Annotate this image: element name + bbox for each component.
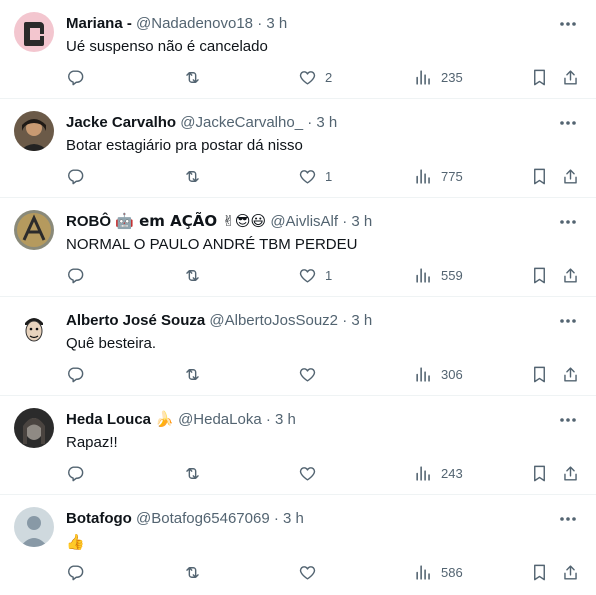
tweet[interactable]: Alberto José Souza @AlbertoJosSouz2 · 3 … — [0, 297, 596, 396]
tweet-actions: 586 — [0, 495, 596, 594]
bookmark-icon — [530, 563, 549, 582]
bookmark-icon — [530, 68, 549, 87]
views-button[interactable]: 235 — [414, 66, 463, 88]
like-count: 1 — [325, 267, 333, 283]
share-icon — [561, 68, 580, 87]
view-count: 559 — [441, 267, 463, 283]
views-button[interactable]: 243 — [414, 462, 463, 484]
reply-button[interactable] — [66, 561, 85, 583]
share-icon — [561, 563, 580, 582]
retweet-icon — [183, 365, 202, 384]
retweet-icon — [183, 167, 202, 186]
retweet-button[interactable] — [183, 264, 202, 286]
bookmark-button[interactable] — [530, 462, 549, 484]
views-icon — [414, 167, 433, 186]
bookmark-button[interactable] — [530, 66, 549, 88]
tweet[interactable]: Heda Louca 🍌 @HedaLoka · 3 h Rapaz!! 243 — [0, 396, 596, 495]
tweet[interactable]: Botafogo @Botafog65467069 · 3 h 👍 586 — [0, 495, 596, 595]
reply-button[interactable] — [66, 165, 85, 187]
share-button[interactable] — [561, 363, 580, 385]
heart-icon — [298, 464, 317, 483]
retweet-button[interactable] — [183, 462, 202, 484]
bookmark-button[interactable] — [530, 165, 549, 187]
like-count: 2 — [325, 69, 333, 85]
like-count: 1 — [325, 168, 333, 184]
share-icon — [561, 266, 580, 285]
share-button[interactable] — [561, 66, 580, 88]
bookmark-button[interactable] — [530, 561, 549, 583]
views-icon — [414, 365, 433, 384]
view-count: 243 — [441, 465, 463, 481]
views-button[interactable]: 306 — [414, 363, 463, 385]
share-button[interactable] — [561, 165, 580, 187]
view-count: 235 — [441, 69, 463, 85]
reply-icon — [66, 68, 85, 87]
heart-icon — [298, 68, 317, 87]
tweet-actions: 243 — [0, 396, 596, 495]
views-icon — [414, 563, 433, 582]
reply-icon — [66, 365, 85, 384]
like-button[interactable]: 1 — [298, 165, 332, 187]
reply-feed: Mariana - @Nadadenovo18 · 3 h Ué suspens… — [0, 0, 596, 595]
reply-icon — [66, 167, 85, 186]
heart-icon — [298, 365, 317, 384]
views-icon — [414, 464, 433, 483]
views-button[interactable]: 586 — [414, 561, 463, 583]
tweet-actions: 306 — [0, 297, 596, 396]
retweet-button[interactable] — [183, 363, 202, 385]
reply-icon — [66, 464, 85, 483]
retweet-icon — [183, 266, 202, 285]
share-icon — [561, 365, 580, 384]
tweet[interactable]: Mariana - @Nadadenovo18 · 3 h Ué suspens… — [0, 0, 596, 99]
tweet[interactable]: ROBÔ 🤖 em AÇÃO ✌😎😃 @AivlisAlf · 3 h NORM… — [0, 198, 596, 297]
like-button[interactable]: 1 — [298, 264, 332, 286]
retweet-icon — [183, 464, 202, 483]
bookmark-button[interactable] — [530, 264, 549, 286]
bookmark-icon — [530, 266, 549, 285]
bookmark-icon — [530, 464, 549, 483]
view-count: 586 — [441, 564, 463, 580]
view-count: 306 — [441, 366, 463, 382]
like-button[interactable] — [298, 462, 325, 484]
retweet-button[interactable] — [183, 66, 202, 88]
like-button[interactable] — [298, 363, 325, 385]
reply-button[interactable] — [66, 264, 85, 286]
retweet-icon — [183, 68, 202, 87]
views-icon — [414, 266, 433, 285]
reply-icon — [66, 266, 85, 285]
reply-button[interactable] — [66, 363, 85, 385]
share-button[interactable] — [561, 561, 580, 583]
share-button[interactable] — [561, 264, 580, 286]
tweet-actions: 1 775 — [0, 99, 596, 198]
like-button[interactable]: 2 — [298, 66, 332, 88]
heart-icon — [298, 563, 317, 582]
retweet-button[interactable] — [183, 561, 202, 583]
tweet-actions: 1 559 — [0, 198, 596, 297]
bookmark-button[interactable] — [530, 363, 549, 385]
views-button[interactable]: 559 — [414, 264, 463, 286]
views-button[interactable]: 775 — [414, 165, 463, 187]
reply-button[interactable] — [66, 66, 85, 88]
bookmark-icon — [530, 365, 549, 384]
heart-icon — [298, 167, 317, 186]
bookmark-icon — [530, 167, 549, 186]
heart-icon — [298, 266, 317, 285]
retweet-button[interactable] — [183, 165, 202, 187]
share-icon — [561, 464, 580, 483]
tweet[interactable]: Jacke Carvalho @JackeCarvalho_ · 3 h Bot… — [0, 99, 596, 198]
like-button[interactable] — [298, 561, 325, 583]
reply-icon — [66, 563, 85, 582]
share-icon — [561, 167, 580, 186]
retweet-icon — [183, 563, 202, 582]
tweet-actions: 2 235 — [0, 0, 596, 99]
reply-button[interactable] — [66, 462, 85, 484]
views-icon — [414, 68, 433, 87]
share-button[interactable] — [561, 462, 580, 484]
view-count: 775 — [441, 168, 463, 184]
